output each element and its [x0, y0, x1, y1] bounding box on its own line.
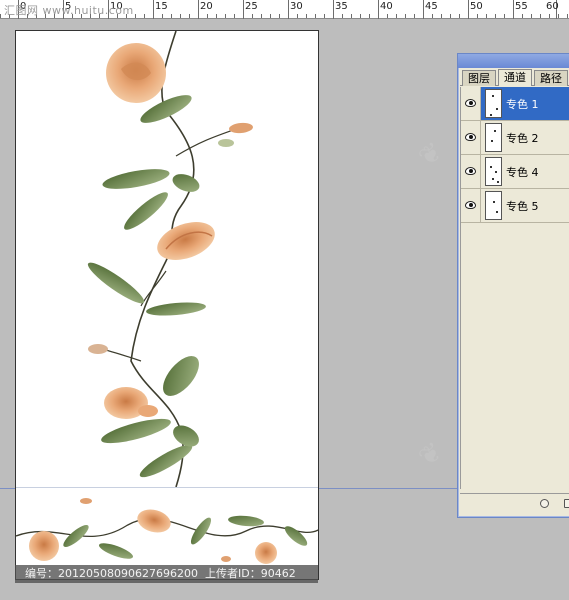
ruler-label: 20 — [200, 1, 213, 12]
channel-thumbnail — [485, 157, 502, 186]
new-channel-icon[interactable] — [564, 499, 569, 508]
channel-name: 专色 4 — [506, 166, 539, 179]
panel-title-bar[interactable] — [458, 54, 569, 68]
watermark-logo-icon: ❦ — [413, 436, 449, 474]
visibility-toggle[interactable] — [461, 87, 481, 120]
load-selection-icon[interactable] — [540, 499, 549, 508]
pattern-repeat-divider — [16, 487, 318, 488]
channels-panel: 图层 通道 路径 专色 1 专色 2 专色 4 专色 5 — [457, 53, 569, 518]
ruler-label: 50 — [470, 1, 483, 12]
channel-name: 专色 2 — [506, 132, 539, 145]
id-value: 20120508090627696200 — [58, 567, 198, 580]
ruler-label: 40 — [380, 1, 393, 12]
channel-row[interactable]: 专色 5 — [461, 189, 569, 223]
visibility-toggle[interactable] — [461, 189, 481, 222]
eye-icon — [465, 167, 476, 175]
eye-icon — [465, 201, 476, 209]
uploader-value: 90462 — [260, 567, 296, 580]
watermark-logo-icon: ❦ — [413, 136, 449, 174]
tab-layers[interactable]: 图层 — [462, 70, 496, 86]
ruler-label: 15 — [155, 1, 168, 12]
channel-row[interactable]: 专色 4 — [461, 155, 569, 189]
id-label: 编号： — [25, 567, 58, 580]
horizontal-ruler: 0 5 10 15 20 25 30 35 40 45 50 55 60 汇图网… — [0, 0, 569, 19]
channel-name: 专色 1 — [506, 98, 539, 111]
channel-thumbnail — [485, 191, 502, 220]
tab-paths[interactable]: 路径 — [534, 70, 568, 86]
visibility-toggle[interactable] — [461, 121, 481, 154]
ruler-label: 60 — [546, 1, 559, 12]
panel-tabs: 图层 通道 路径 — [460, 69, 569, 86]
channel-name: 专色 5 — [506, 200, 539, 213]
visibility-toggle[interactable] — [461, 155, 481, 188]
ruler-label: 30 — [290, 1, 303, 12]
channel-row[interactable]: 专色 2 — [461, 121, 569, 155]
channel-list: 专色 1 专色 2 专色 4 专色 5 — [460, 87, 569, 489]
uploader-label: 上传者ID： — [204, 567, 261, 580]
rose-vine-artwork — [16, 31, 318, 579]
ruler-label: 45 — [425, 1, 438, 12]
panel-footer — [460, 493, 569, 515]
channel-row[interactable]: 专色 1 — [461, 87, 569, 121]
ruler-label: 55 — [515, 1, 528, 12]
site-watermark: 汇图网 www.huitu.com — [4, 4, 134, 17]
tab-channels[interactable]: 通道 — [498, 69, 532, 86]
channel-thumbnail — [485, 123, 502, 152]
channel-thumbnail — [485, 89, 502, 118]
ruler-label: 35 — [335, 1, 348, 12]
eye-icon — [465, 99, 476, 107]
eye-icon — [465, 133, 476, 141]
ruler-label: 25 — [245, 1, 258, 12]
image-caption-bar: 编号：20120508090627696200 上传者ID：90462 — [15, 565, 318, 583]
document-canvas[interactable] — [15, 30, 319, 580]
